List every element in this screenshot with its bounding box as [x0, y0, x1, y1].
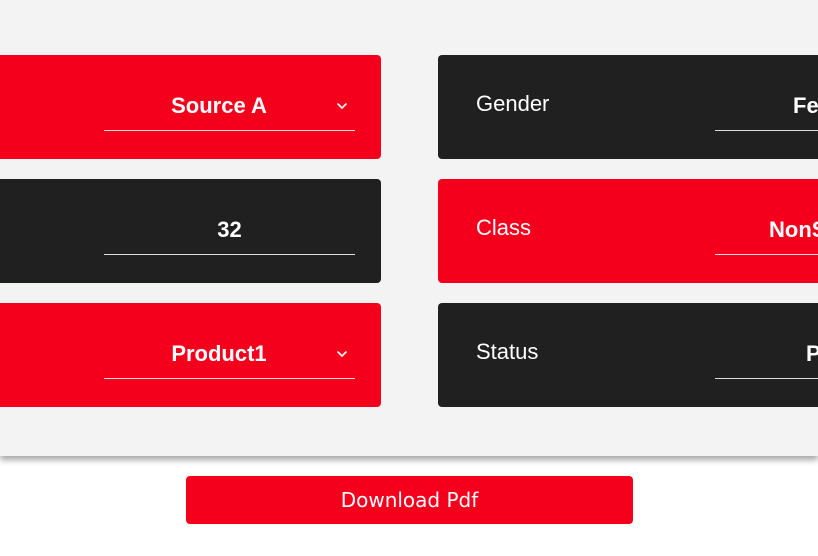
source-select-value: Source A — [171, 93, 267, 118]
class-card: Class NonS — [438, 179, 818, 283]
source-card: Source A — [0, 55, 381, 159]
age-card: 32 — [0, 179, 381, 283]
status-label: Status — [476, 339, 539, 364]
class-label: Class — [476, 215, 532, 240]
class-value: NonS — [769, 217, 818, 242]
gender-value: Fe — [793, 93, 818, 118]
gender-label: Gender — [476, 91, 550, 116]
age-input-value: 32 — [217, 217, 242, 242]
gender-card: Gender Fe — [438, 55, 818, 159]
status-card: Status P — [438, 303, 818, 407]
chevron-down-icon — [337, 103, 347, 109]
status-value: P — [806, 341, 818, 366]
chevron-down-icon — [337, 351, 347, 357]
age-input[interactable]: 32 — [104, 209, 355, 255]
source-select[interactable]: Source A — [104, 85, 355, 131]
form-panel: Source A 32 Product1 Gender Fe Class Non… — [0, 0, 818, 456]
product-card: Product1 — [0, 303, 381, 407]
product-select-value: Product1 — [171, 341, 267, 366]
class-field[interactable]: NonS — [715, 209, 818, 255]
status-field[interactable]: P — [715, 333, 818, 379]
product-select[interactable]: Product1 — [104, 333, 355, 379]
download-pdf-button[interactable]: Download Pdf — [186, 476, 633, 524]
gender-field[interactable]: Fe — [715, 85, 818, 131]
